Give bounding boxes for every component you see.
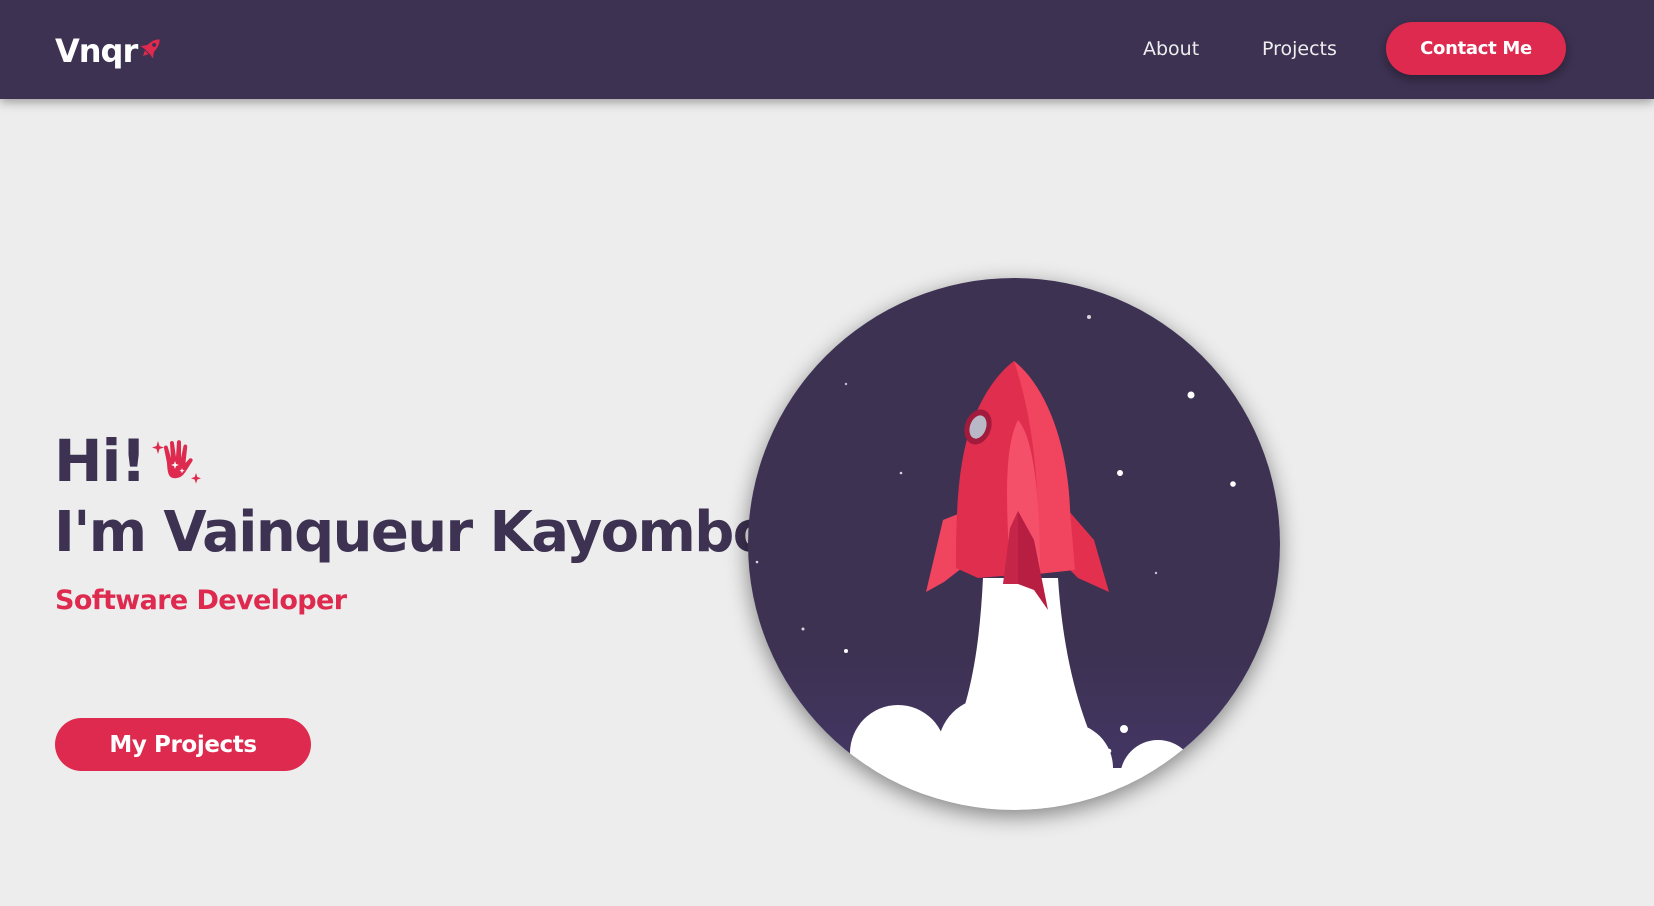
hero-greeting: Hi! bbox=[54, 428, 204, 494]
waving-hand-icon bbox=[151, 440, 201, 484]
nav-link-about[interactable]: About bbox=[1143, 36, 1199, 62]
rocket-launch-svg bbox=[748, 278, 1280, 810]
navbar: Vnqr About Projects Contact Me bbox=[0, 0, 1654, 99]
logo[interactable]: Vnqr bbox=[55, 29, 165, 73]
my-projects-button[interactable]: My Projects bbox=[55, 718, 311, 771]
nav-link-projects[interactable]: Projects bbox=[1262, 36, 1337, 62]
rocket-icon bbox=[140, 39, 160, 59]
rocket-launch-illustration bbox=[748, 278, 1280, 810]
logo-text: Vnqr bbox=[55, 32, 138, 70]
contact-me-button[interactable]: Contact Me bbox=[1386, 22, 1566, 75]
hero-name: I'm Vainqueur Kayombo bbox=[54, 500, 771, 565]
hero-role: Software Developer bbox=[55, 585, 347, 616]
greeting-text: Hi! bbox=[54, 427, 147, 495]
